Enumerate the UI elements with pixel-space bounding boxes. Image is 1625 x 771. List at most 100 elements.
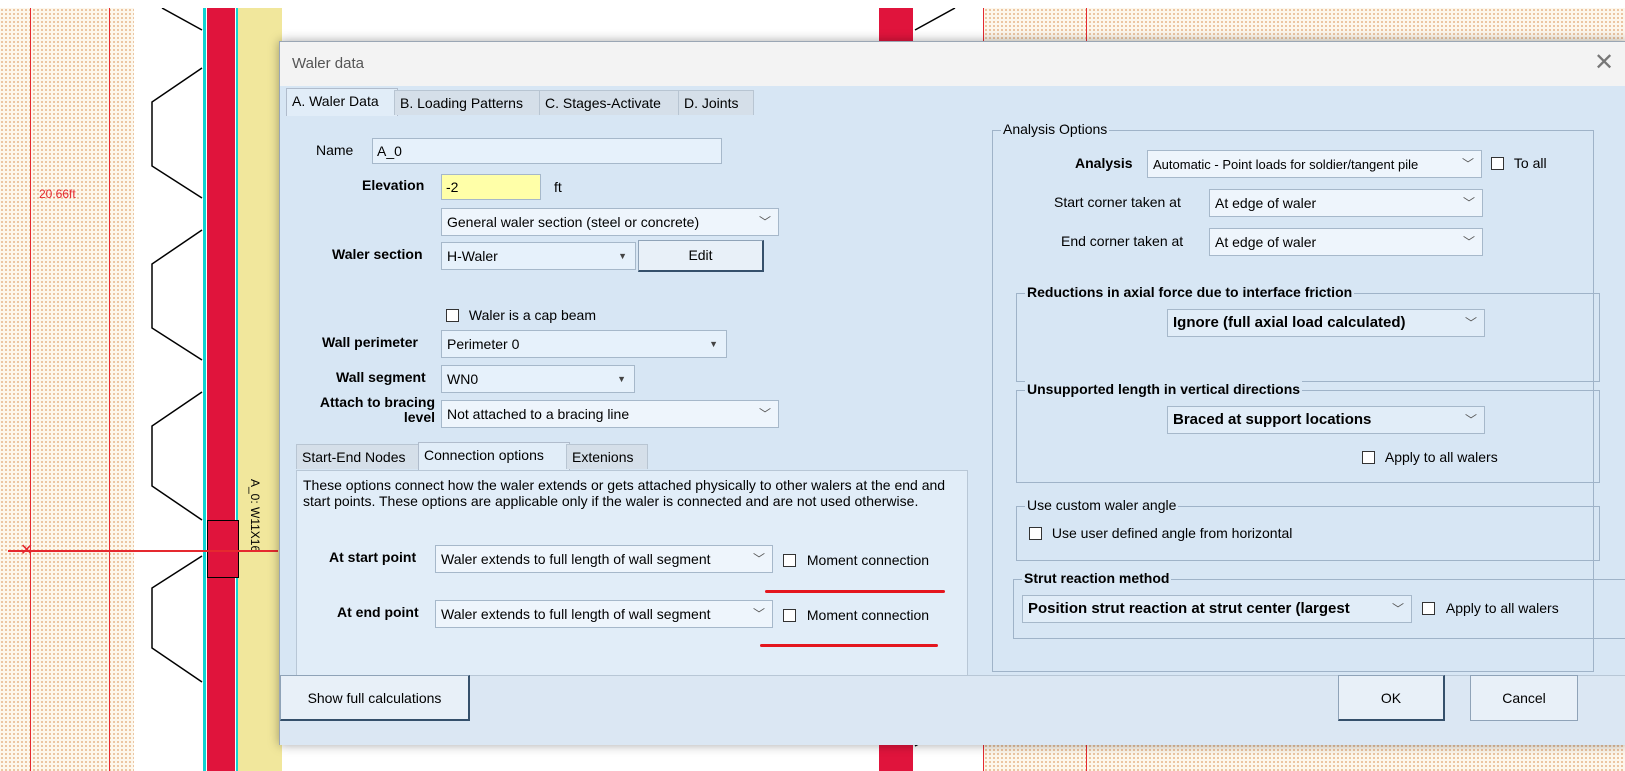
unsupported-select[interactable]: Braced at support locations ﹀ [1167, 406, 1485, 434]
dropdown-arrow-icon: ▼ [618, 251, 627, 261]
tab-stages-activate[interactable]: C. Stages-Activate [539, 90, 681, 115]
waler-rotated-label: A_0: W11X16 [248, 479, 262, 553]
waler-section-label: Waler section [332, 246, 423, 262]
tab-joints[interactable]: D. Joints [678, 90, 754, 115]
wall-edge-line-2 [236, 8, 238, 771]
unsupported-apply-label: Apply to all walers [1384, 449, 1498, 466]
start-corner-select[interactable]: At edge of waler ﹀ [1209, 189, 1483, 217]
start-point-value: Waler extends to full length of wall seg… [441, 551, 711, 567]
attach-label-line-2: level [403, 409, 435, 425]
unsupported-legend: Unsupported length in vertical direction… [1025, 381, 1303, 397]
name-label: Name [316, 142, 354, 158]
strut-reaction-group: Strut reaction method Position strut rea… [1013, 570, 1625, 639]
chevron-down-icon: ﹀ [1464, 316, 1477, 330]
elevation-label: Elevation [362, 177, 425, 193]
wall-perimeter-label: Wall perimeter [322, 334, 418, 350]
end-corner-label: End corner taken at [1061, 233, 1184, 249]
chevron-down-icon: ﹀ [1461, 157, 1474, 171]
elevation-input[interactable]: -2 [441, 174, 541, 200]
chevron-down-icon: ﹀ [1391, 596, 1404, 622]
waler-section-select[interactable]: H-Waler ▼ [441, 242, 636, 270]
reductions-select[interactable]: Ignore (full axial load calculated) ﹀ [1167, 309, 1485, 337]
wall-perimeter-value: Perimeter 0 [447, 336, 520, 352]
chevron-down-icon: ﹀ [758, 215, 771, 229]
chevron-down-icon: ﹀ [758, 407, 771, 421]
chevron-down-icon: ﹀ [752, 552, 765, 566]
wall-perimeter-select[interactable]: Perimeter 0 ▼ [441, 330, 727, 358]
chevron-down-icon: ﹀ [1464, 413, 1477, 427]
start-point-select[interactable]: Waler extends to full length of wall seg… [435, 545, 773, 573]
waler-data-dialog: Waler data ✕ A. Waler Data B. Loading Pa… [279, 41, 1625, 745]
wall-section [207, 8, 235, 771]
ok-button[interactable]: OK [1338, 675, 1445, 721]
bracing-line [8, 550, 278, 552]
checkbox-box [783, 608, 796, 622]
end-moment-label: Moment connection [806, 607, 930, 624]
name-input[interactable]: A_0 [372, 138, 722, 164]
dimension-line-left [30, 8, 31, 771]
attach-label-line-1: Attach to bracing [319, 394, 435, 410]
checkbox-box [1491, 156, 1504, 170]
cap-beam-checkbox[interactable]: Waler is a cap beam [446, 306, 596, 323]
end-point-value: Waler extends to full length of wall seg… [441, 606, 711, 622]
unsupported-apply-checkbox[interactable]: Apply to all walers [1362, 448, 1498, 465]
subtab-start-end-nodes[interactable]: Start-End Nodes [296, 444, 422, 469]
waler-box [207, 520, 239, 578]
custom-angle-legend: Use custom waler angle [1025, 497, 1179, 513]
strut-reaction-legend: Strut reaction method [1022, 570, 1172, 586]
edit-button[interactable]: Edit [638, 240, 764, 272]
reductions-group: Reductions in axial force due to interfa… [1016, 284, 1600, 382]
left-panel: Name A_0 Elevation -2 ft General waler s… [286, 116, 992, 730]
show-calculations-button[interactable]: Show full calculations [280, 675, 470, 721]
elevation-unit: ft [554, 179, 562, 195]
connection-options-panel: These options connect how the waler exte… [296, 470, 968, 688]
chevron-down-icon: ﹀ [752, 607, 765, 621]
strut-apply-checkbox[interactable]: Apply to all walers [1422, 599, 1559, 616]
tab-loading-patterns[interactable]: B. Loading Patterns [394, 90, 542, 115]
unsupported-group: Unsupported length in vertical direction… [1016, 381, 1600, 483]
bracing-end-marker: ✕ [20, 542, 34, 559]
subtab-extenions[interactable]: Extenions [566, 444, 648, 469]
chevron-down-icon: ﹀ [1462, 196, 1475, 210]
attach-bracing-value: Not attached to a bracing line [447, 406, 630, 422]
title-bar: Waler data ✕ [280, 42, 1625, 86]
start-corner-label: Start corner taken at [1054, 194, 1181, 210]
start-moment-checkbox[interactable]: Moment connection [783, 551, 929, 568]
end-moment-checkbox[interactable]: Moment connection [783, 606, 929, 623]
unsupported-value: Braced at support locations [1173, 411, 1372, 428]
start-corner-value: At edge of waler [1215, 195, 1317, 211]
cap-beam-label: Waler is a cap beam [468, 307, 596, 324]
tab-waler-data[interactable]: A. Waler Data [286, 88, 398, 117]
attach-bracing-select[interactable]: Not attached to a bracing line ﹀ [441, 400, 779, 428]
end-point-select[interactable]: Waler extends to full length of wall seg… [435, 600, 773, 628]
subtab-connection-options[interactable]: Connection options [418, 442, 570, 471]
checkbox-box [1362, 450, 1375, 464]
wall-segment-select[interactable]: WN0 ▼ [441, 365, 635, 393]
wall-band [236, 8, 282, 771]
reductions-legend: Reductions in axial force due to interfa… [1025, 284, 1355, 300]
close-icon[interactable]: ✕ [1590, 50, 1618, 78]
wall-edge-line [203, 8, 206, 771]
strut-reaction-value: Position strut reaction at strut center … [1028, 600, 1350, 617]
annotation-underline-end [760, 644, 938, 647]
reductions-value: Ignore (full axial load calculated) [1173, 314, 1406, 331]
analysis-options-legend: Analysis Options [1001, 121, 1110, 137]
checkbox-box [1422, 601, 1435, 615]
annotation-underline-start [765, 590, 945, 593]
analysis-select[interactable]: Automatic - Point loads for soldier/tang… [1147, 150, 1482, 178]
waler-section-value: H-Waler [447, 248, 498, 264]
wall-segment-label: Wall segment [336, 369, 426, 385]
section-type-select[interactable]: General waler section (steel or concrete… [441, 208, 779, 236]
custom-angle-checkbox[interactable]: Use user defined angle from horizontal [1029, 524, 1292, 541]
analysis-label: Analysis [1075, 155, 1133, 171]
attach-bracing-label: Attach to bracing level [303, 395, 435, 425]
end-corner-select[interactable]: At edge of waler ﹀ [1209, 228, 1483, 256]
checkbox-box [783, 553, 796, 567]
end-point-label: At end point [337, 604, 419, 620]
to-all-checkbox[interactable]: To all [1491, 154, 1547, 171]
cancel-button[interactable]: Cancel [1470, 675, 1578, 721]
dimension-line-right [109, 8, 110, 771]
dropdown-arrow-icon: ▼ [617, 374, 626, 384]
connection-description: These options connect how the waler exte… [303, 477, 946, 509]
strut-reaction-select[interactable]: Position strut reaction at strut center … [1022, 595, 1412, 623]
